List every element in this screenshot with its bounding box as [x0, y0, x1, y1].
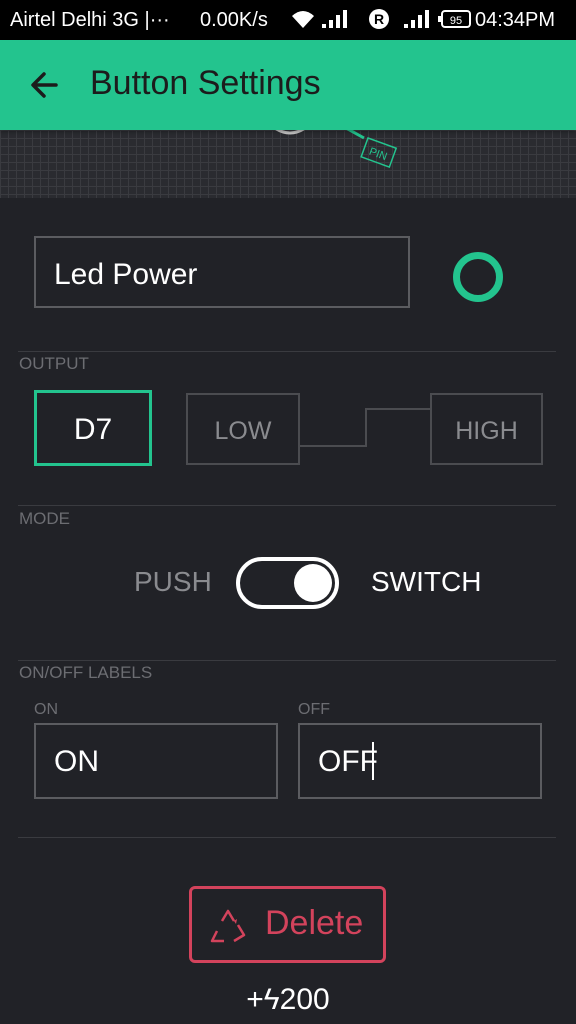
- divider: [18, 505, 556, 506]
- signal-icon: [404, 10, 429, 28]
- color-picker[interactable]: [453, 252, 503, 302]
- wifi-icon: [292, 11, 314, 28]
- off-field-label: OFF: [298, 701, 330, 718]
- on-field-label: ON: [34, 701, 58, 718]
- on-label-value: ON: [54, 745, 99, 778]
- labels-section-label: ON/OFF LABELS: [19, 663, 153, 682]
- delete-button[interactable]: Delete: [189, 886, 386, 963]
- high-value-label: HIGH: [455, 417, 518, 445]
- widget-name-input[interactable]: Led Power: [34, 236, 410, 308]
- pin-pointer: [346, 130, 365, 140]
- on-label-input[interactable]: ON: [34, 723, 278, 799]
- widget-preview: PIN: [0, 130, 576, 198]
- widget-name-value: Led Power: [54, 258, 198, 291]
- text-caret: [372, 742, 374, 780]
- mode-toggle[interactable]: [236, 557, 339, 609]
- mode-switch-label[interactable]: SWITCH: [371, 566, 481, 598]
- divider: [18, 351, 556, 352]
- mode-section-label: MODE: [19, 509, 70, 528]
- off-label-value: OFF: [318, 745, 378, 778]
- arrow-left-icon[interactable]: [20, 60, 70, 110]
- signal-icon: [322, 10, 347, 28]
- energy-cost: +ϟ200: [246, 983, 330, 1016]
- roaming-r-icon: R: [369, 9, 389, 29]
- clock: 04:34PM: [475, 9, 556, 31]
- low-value-field[interactable]: LOW: [186, 393, 300, 465]
- status-bar: Airtel Delhi 3G |··· 0.00K/s R 95 04:34P…: [0, 0, 576, 40]
- low-value-label: LOW: [214, 417, 272, 445]
- widget-shape: [275, 130, 305, 135]
- recycle-icon: [210, 909, 246, 943]
- delete-label: Delete: [265, 904, 364, 942]
- battery-icon: 95: [438, 10, 471, 28]
- toggle-knob: [294, 564, 332, 602]
- app-bar: Button Settings: [0, 40, 576, 130]
- off-label-input[interactable]: OFF: [298, 723, 542, 799]
- divider: [18, 837, 556, 838]
- svg-text:R: R: [374, 11, 384, 27]
- pin-value: D7: [73, 413, 113, 446]
- high-value-field[interactable]: HIGH: [430, 393, 543, 465]
- network-speed: 0.00K/s: [200, 9, 268, 31]
- output-section-label: OUTPUT: [19, 354, 89, 373]
- carrier-name: Airtel Delhi 3G |···: [10, 9, 170, 31]
- signal-wave-icon: [300, 408, 430, 447]
- page-title: Button Settings: [90, 64, 321, 102]
- pin-select-button[interactable]: D7: [34, 390, 152, 466]
- divider: [18, 660, 556, 661]
- mode-push-label[interactable]: PUSH: [134, 566, 212, 598]
- pin-tag: PIN: [360, 137, 398, 169]
- battery-level: 95: [450, 15, 462, 27]
